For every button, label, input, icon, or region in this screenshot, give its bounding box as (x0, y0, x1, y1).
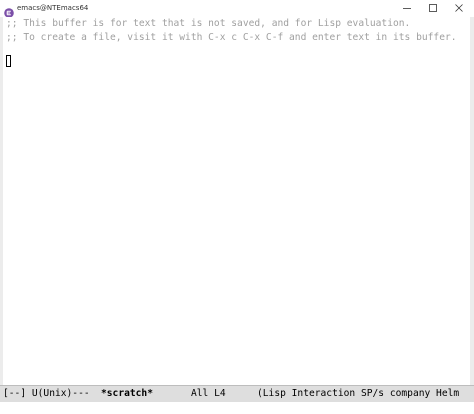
emacs-window: emacs@NTEmacs64 ;; This buffer is for te… (0, 0, 474, 414)
window-title: emacs@NTEmacs64 (17, 4, 89, 12)
close-icon (455, 4, 463, 12)
minimize-button[interactable] (394, 0, 420, 16)
mode-line-position: All L4 (191, 388, 226, 399)
mode-line-status: [--] U(Unix)--- (3, 388, 90, 399)
right-fringe (470, 17, 474, 385)
text-cursor (6, 55, 11, 67)
maximize-button[interactable] (420, 0, 446, 16)
mode-line-buffer-name[interactable]: *scratch* (101, 386, 153, 402)
buffer-comment-line: ;; To create a file, visit it with C-x c… (6, 32, 457, 43)
echo-area[interactable] (0, 402, 474, 414)
buffer-comment-line: ;; This buffer is for text that is not s… (6, 18, 411, 29)
close-button[interactable] (446, 0, 472, 16)
title-bar[interactable]: emacs@NTEmacs64 (0, 0, 474, 18)
maximize-icon (429, 4, 437, 12)
mode-line-major-minor-modes[interactable]: (Lisp Interaction SP/s company Helm (257, 386, 459, 402)
emacs-icon[interactable] (4, 3, 14, 18)
mode-line[interactable]: [--] U(Unix)--- *scratch* All L4 (Lisp I… (0, 385, 474, 402)
scratch-buffer-text-area[interactable]: ;; This buffer is for text that is not s… (3, 17, 470, 385)
minimize-icon (403, 8, 411, 9)
